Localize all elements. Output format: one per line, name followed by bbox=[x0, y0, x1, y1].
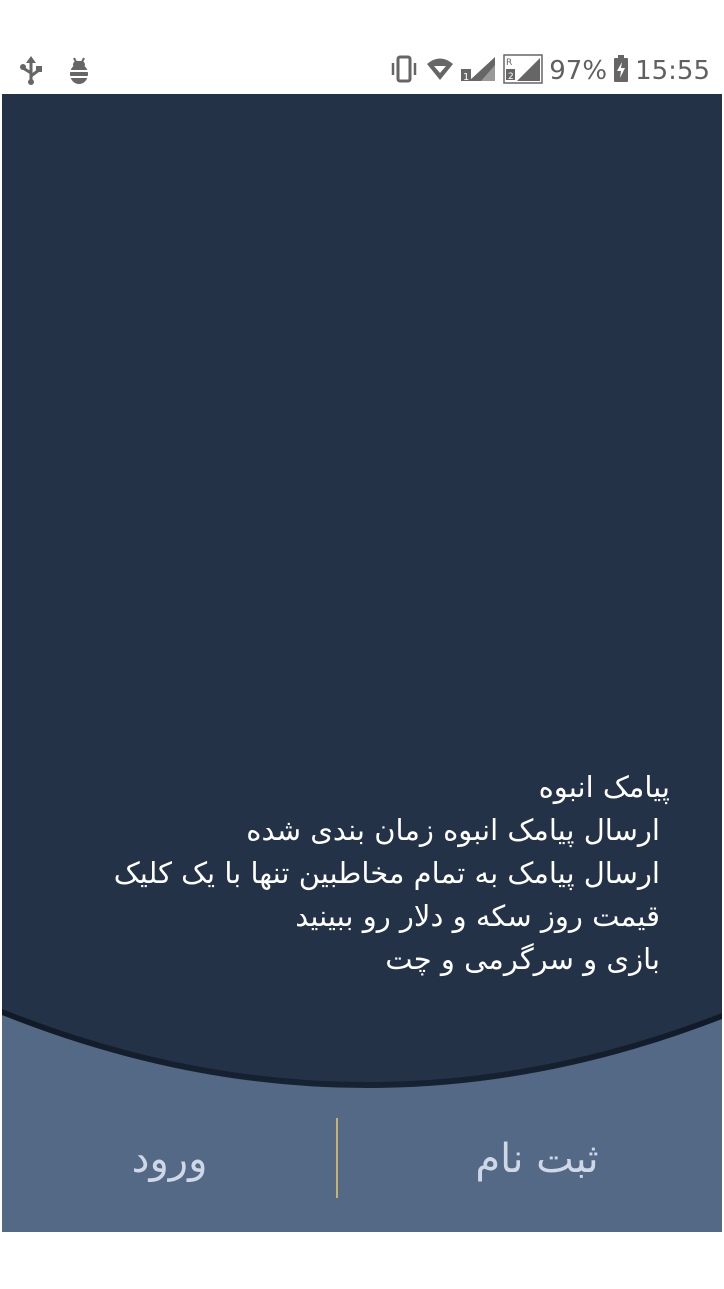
status-bar-right: 1 R 2 97% 15:55 bbox=[389, 54, 710, 88]
usb-icon bbox=[18, 56, 44, 90]
wifi-icon bbox=[425, 55, 455, 87]
signal-sim2-roaming-icon: R 2 bbox=[503, 54, 544, 88]
feature-item: بازی و سرگرمی و چت bbox=[385, 942, 660, 976]
feature-item: ارسال پیامک به تمام مخاطبین تنها با یک ک… bbox=[113, 856, 660, 890]
button-divider bbox=[336, 1118, 338, 1198]
bug-icon bbox=[66, 57, 92, 89]
svg-text:1: 1 bbox=[463, 72, 469, 83]
register-button[interactable]: ثبت نام bbox=[422, 1104, 652, 1214]
feature-item: قیمت روز سکه و دلار رو ببینید bbox=[295, 899, 660, 933]
battery-charging-icon bbox=[613, 55, 629, 87]
status-bar: 1 R 2 97% 15:55 bbox=[0, 0, 724, 94]
svg-text:2: 2 bbox=[508, 72, 514, 82]
status-bar-left bbox=[18, 56, 92, 90]
vibrate-icon bbox=[389, 55, 419, 87]
features-text: پیامک انبوه ارسال پیامک انبوه زمان بندی … bbox=[42, 766, 670, 981]
clock: 15:55 bbox=[635, 56, 710, 86]
battery-percent: 97% bbox=[549, 56, 608, 86]
svg-text:R: R bbox=[506, 58, 512, 68]
app-screen: پیامک انبوه ارسال پیامک انبوه زمان بندی … bbox=[2, 94, 722, 1232]
features-title: پیامک انبوه bbox=[538, 770, 670, 804]
signal-sim1-icon: 1 bbox=[461, 55, 497, 87]
feature-item: ارسال پیامک انبوه زمان بندی شده bbox=[246, 813, 660, 847]
login-button[interactable]: ورود bbox=[62, 1104, 277, 1214]
